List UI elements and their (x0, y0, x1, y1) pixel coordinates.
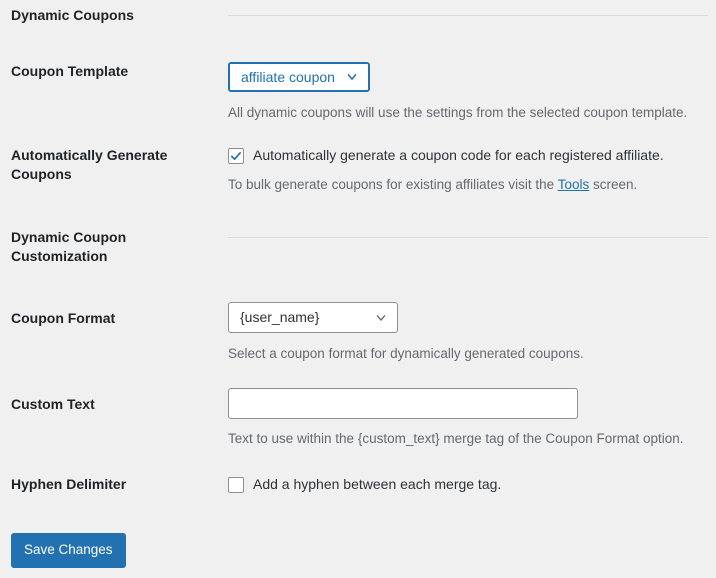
auto-generate-checkbox-line: Automatically generate a coupon code for… (228, 146, 708, 166)
coupon-format-select[interactable]: {user_name} (228, 302, 398, 333)
row-automatically-generate-coupons: Automatically Generate Coupons Automatic… (0, 146, 716, 195)
custom-text-input[interactable] (228, 388, 578, 419)
row-coupon-template: Coupon Template affiliate coupon All dyn… (0, 62, 716, 123)
desc-text-after: screen. (589, 176, 638, 192)
hyphen-delimiter-checkbox[interactable] (228, 476, 244, 493)
description-coupon-format: Select a coupon format for dynamically g… (228, 346, 584, 361)
desc-text-before: To bulk generate coupons for existing af… (228, 176, 558, 192)
auto-generate-coupons-checkbox[interactable] (228, 147, 244, 164)
label-automatically-generate-coupons: Automatically Generate Coupons (11, 147, 168, 182)
chevron-down-icon (345, 70, 359, 84)
section-header-dynamic-coupons: Dynamic Coupons (0, 6, 716, 25)
section-divider-wrap (210, 6, 716, 16)
label-custom-text: Custom Text (11, 396, 95, 412)
field-custom-text: Text to use within the {custom_text} mer… (210, 388, 716, 449)
description-custom-text: Text to use within the {custom_text} mer… (228, 431, 684, 446)
row-coupon-format: Coupon Format {user_name} Select a coupo… (0, 302, 716, 364)
hyphen-delimiter-checkbox-label: Add a hyphen between each merge tag. (253, 476, 502, 492)
field-automatically-generate-coupons: Automatically generate a coupon code for… (210, 146, 716, 195)
auto-generate-coupons-checkbox-label: Automatically generate a coupon code for… (253, 147, 664, 163)
hyphen-delimiter-checkbox-line: Add a hyphen between each merge tag. (228, 475, 708, 495)
row-custom-text: Custom Text Text to use within the {cust… (0, 388, 716, 449)
settings-page: Dynamic Coupons Coupon Template affiliat… (0, 0, 716, 578)
field-hyphen-delimiter: Add a hyphen between each merge tag. (210, 475, 716, 495)
coupon-template-selected-value: affiliate coupon (241, 69, 335, 85)
submit-area: Save Changes (11, 533, 126, 568)
coupon-template-select[interactable]: affiliate coupon (228, 62, 370, 92)
field-coupon-format: {user_name} Select a coupon format for d… (210, 302, 716, 364)
section-title-dynamic-coupons: Dynamic Coupons (11, 7, 134, 23)
section-divider-wrap-2 (210, 228, 716, 238)
row-hyphen-delimiter: Hyphen Delimiter Add a hyphen between ea… (0, 475, 716, 495)
section-divider-2 (228, 237, 708, 238)
description-automatically-generate-coupons: To bulk generate coupons for existing af… (228, 175, 708, 195)
save-changes-button[interactable]: Save Changes (11, 533, 126, 568)
checkmark-icon (230, 151, 242, 160)
section-divider (228, 15, 708, 16)
field-coupon-template: affiliate coupon All dynamic coupons wil… (210, 62, 716, 123)
coupon-format-selected-value: {user_name} (240, 309, 320, 325)
label-coupon-template: Coupon Template (11, 63, 129, 79)
section-title-dynamic-coupon-customization: Dynamic Coupon Customization (11, 229, 127, 264)
label-hyphen-delimiter: Hyphen Delimiter (11, 476, 127, 492)
section-header-dynamic-coupon-customization: Dynamic Coupon Customization (0, 228, 716, 266)
tools-link[interactable]: Tools (558, 177, 590, 192)
label-coupon-format: Coupon Format (11, 310, 116, 326)
description-coupon-template: All dynamic coupons will use the setting… (228, 105, 688, 120)
chevron-down-icon-2 (374, 311, 388, 325)
